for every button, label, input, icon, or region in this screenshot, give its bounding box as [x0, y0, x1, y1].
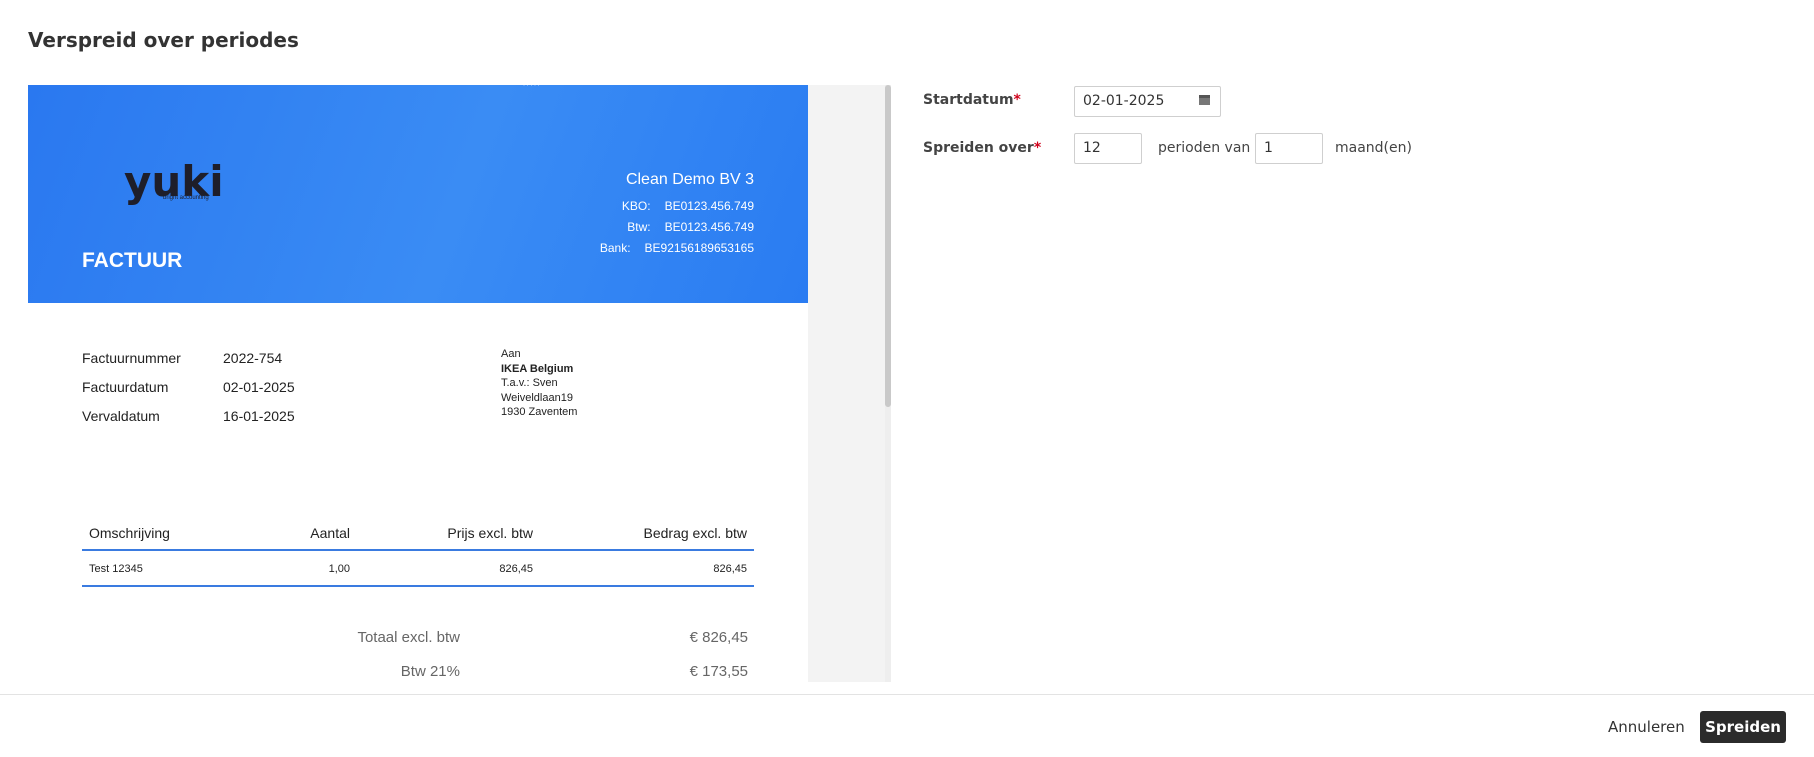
preview-scrollbar-thumb[interactable] — [885, 85, 891, 407]
footer-divider — [0, 694, 1814, 695]
calendar-icon[interactable] — [1199, 95, 1210, 105]
vat-value: € 173,55 — [689, 663, 748, 680]
header-decoration: · · · · · — [523, 85, 540, 89]
unit-text: maand(en) — [1335, 140, 1412, 156]
due-date-row: Vervaldatum 16-01-2025 — [82, 408, 295, 424]
interval-input[interactable]: 1 — [1255, 133, 1323, 164]
company-kbo: KBO: BE0123.456.749 — [621, 199, 754, 213]
vat-label: Btw 21% — [400, 663, 460, 680]
spread-over-label: Spreiden over* — [923, 140, 1042, 156]
invoice-document: · · · · · yuki bright accounting FACTUUR… — [28, 85, 808, 682]
company-name: Clean Demo BV 3 — [625, 171, 754, 188]
cancel-button[interactable]: Annuleren — [1598, 711, 1695, 743]
periods-count-input[interactable]: 12 — [1074, 133, 1142, 164]
company-bank: Bank: BE92156189653165 — [599, 241, 754, 255]
spread-button[interactable]: Spreiden — [1700, 711, 1786, 743]
document-type: FACTUUR — [82, 249, 183, 272]
periods-of-text: perioden van — [1158, 140, 1251, 156]
table-header: Omschrijving Aantal Prijs excl. btw Bedr… — [82, 515, 754, 551]
invoice-preview-pane[interactable]: · · · · · yuki bright accounting FACTUUR… — [28, 85, 891, 682]
invoice-number-row: Factuurnummer 2022-754 — [82, 350, 283, 366]
table-row: Test 12345 1,00 826,45 826,45 — [82, 551, 754, 587]
recipient-address: Aan IKEA Belgium T.a.v.: Sven Weiveldlaa… — [501, 348, 578, 418]
start-date-label: Startdatum* — [923, 92, 1021, 108]
logo-tagline: bright accounting — [163, 195, 209, 201]
company-vat: Btw: BE0123.456.749 — [627, 220, 754, 234]
subtotal-value: € 826,45 — [689, 629, 748, 646]
invoice-header: · · · · · yuki bright accounting FACTUUR… — [28, 85, 808, 303]
subtotal-label: Totaal excl. btw — [357, 629, 460, 646]
invoice-lines-table: Omschrijving Aantal Prijs excl. btw Bedr… — [82, 515, 754, 587]
dialog-title: Verspreid over periodes — [28, 28, 299, 52]
invoice-date-row: Factuurdatum 02-01-2025 — [82, 379, 295, 395]
